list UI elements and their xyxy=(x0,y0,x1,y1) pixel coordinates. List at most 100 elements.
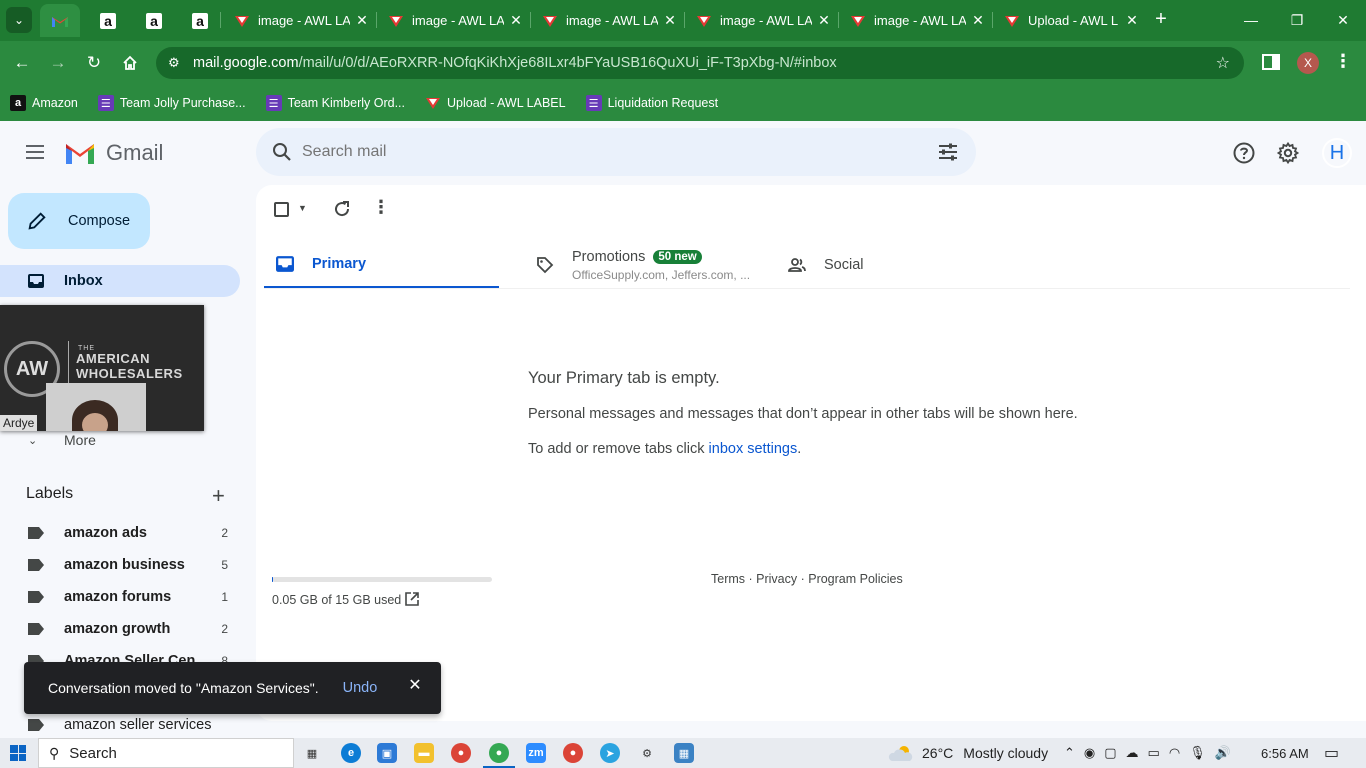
tab-awl-image-2[interactable]: image - AWL LA ✕ xyxy=(376,4,526,37)
address-bar[interactable]: ⚙ mail.google.com/mail/u/0/d/AEoRXRR-NOf… xyxy=(156,47,1244,79)
close-window-button[interactable]: ✕ xyxy=(1320,0,1366,40)
close-icon[interactable]: ✕ xyxy=(970,12,986,29)
taskbar-search[interactable]: ⚲ Search xyxy=(38,738,294,768)
tab-promotions[interactable]: Promotions 50 new OfficeSupply.com, Jeff… xyxy=(524,241,764,289)
more-options-icon[interactable]: ⋮ xyxy=(372,197,390,218)
account-avatar[interactable]: H xyxy=(1322,138,1352,168)
close-icon[interactable]: ✕ xyxy=(816,12,832,29)
chrome-alt-icon[interactable]: ● xyxy=(563,743,583,763)
program-policies-link[interactable]: Program Policies xyxy=(808,572,902,586)
main-menu-button[interactable] xyxy=(24,141,48,165)
close-icon: ✕ xyxy=(1337,11,1349,28)
settings-icon[interactable]: ⚙ xyxy=(637,743,657,763)
footer-separator: · xyxy=(797,572,809,586)
label-item[interactable]: amazon forums 1 xyxy=(0,581,240,613)
close-icon[interactable]: ✕ xyxy=(662,12,678,29)
clock[interactable]: 6:56 AM xyxy=(1261,738,1309,768)
search-input[interactable] xyxy=(302,143,902,161)
bookmark-star-icon[interactable]: ☆ xyxy=(1216,53,1230,73)
onedrive-icon[interactable]: ☁ xyxy=(1126,745,1139,761)
home-button[interactable] xyxy=(116,49,144,77)
minimize-button[interactable]: — xyxy=(1228,0,1274,40)
tab-amazon-3[interactable]: a xyxy=(180,4,216,37)
record-icon[interactable]: ◉ xyxy=(1084,745,1095,761)
site-info-icon[interactable]: ⚙ xyxy=(168,55,184,71)
reload-button[interactable]: ↻ xyxy=(80,49,108,77)
settings-gear-icon[interactable] xyxy=(1276,141,1300,165)
bookmark-amazon[interactable]: a Amazon xyxy=(10,95,78,111)
zoom-icon[interactable]: zm xyxy=(526,743,546,763)
gmail-wordmark[interactable]: Gmail xyxy=(106,140,163,166)
tab-social[interactable]: Social xyxy=(776,241,976,289)
help-icon[interactable] xyxy=(1232,141,1256,165)
label-item[interactable]: amazon growth 2 xyxy=(0,613,240,645)
new-tab-button[interactable]: + xyxy=(1150,8,1172,30)
tab-awl-image-3[interactable]: image - AWL LA ✕ xyxy=(530,4,680,37)
close-icon[interactable]: ✕ xyxy=(354,12,370,29)
volume-icon[interactable]: 🔊 xyxy=(1215,745,1231,761)
select-dropdown-icon[interactable]: ▼ xyxy=(298,203,307,213)
close-icon[interactable]: ✕ xyxy=(407,678,423,694)
bookmark-team-kimberly[interactable]: ☰ Team Kimberly Ord... xyxy=(265,95,405,111)
battery-icon[interactable]: ▭ xyxy=(1148,745,1160,761)
search-bar[interactable] xyxy=(256,128,976,176)
tab-primary[interactable]: Primary xyxy=(264,241,499,289)
label-item[interactable]: amazon ads 2 xyxy=(0,517,240,549)
calculator-icon[interactable]: ▦ xyxy=(674,743,694,763)
terms-link[interactable]: Terms xyxy=(711,572,745,586)
tab-amazon-2[interactable]: a xyxy=(134,4,170,37)
forward-button[interactable]: → xyxy=(44,49,72,77)
file-explorer-icon[interactable]: ▬ xyxy=(414,743,434,763)
telegram-icon[interactable]: ➤ xyxy=(600,743,620,763)
chevron-down-icon: ⌄ xyxy=(28,434,38,447)
profile-avatar[interactable]: X xyxy=(1297,52,1319,74)
task-view-icon[interactable]: ▦ xyxy=(302,743,322,763)
tab-gmail[interactable] xyxy=(40,4,80,37)
bookmark-label: Team Kimberly Ord... xyxy=(287,96,405,110)
label-item[interactable]: amazon business 5 xyxy=(0,549,240,581)
open-in-new-icon[interactable] xyxy=(404,591,420,607)
notifications-icon[interactable]: ▭ xyxy=(1324,738,1339,768)
chrome-icon[interactable]: ● xyxy=(451,743,471,763)
search-options-icon[interactable] xyxy=(936,140,960,164)
windows-start-icon[interactable] xyxy=(10,745,26,761)
search-icon[interactable] xyxy=(270,140,294,164)
microphone-icon[interactable]: 🎙 xyxy=(1189,745,1206,761)
nav-inbox[interactable]: Inbox xyxy=(0,265,240,297)
undo-button[interactable]: Undo xyxy=(343,680,378,696)
windows-taskbar: ⚲ Search ▦ e ▣ ▬ ● ● zm ● ➤ ⚙ ▦ 26°C Mos… xyxy=(0,738,1366,768)
restore-button[interactable]: ❐ xyxy=(1274,0,1320,40)
select-all-checkbox[interactable] xyxy=(274,202,289,217)
weather-widget[interactable]: 26°C Mostly cloudy xyxy=(888,738,1048,768)
gmail-logo-icon[interactable] xyxy=(64,140,96,166)
tab-awl-upload[interactable]: Upload - AWL L ✕ xyxy=(992,4,1142,37)
close-icon[interactable]: ✕ xyxy=(1124,12,1140,29)
bookmark-liquidation[interactable]: ☰ Liquidation Request xyxy=(585,95,718,111)
tab-awl-image-5[interactable]: image - AWL LA ✕ xyxy=(838,4,988,37)
tab-awl-image-4[interactable]: image - AWL LA ✕ xyxy=(684,4,834,37)
create-label-button[interactable]: + xyxy=(212,483,225,509)
chevron-up-icon[interactable]: ⌃ xyxy=(1064,745,1075,761)
meet-icon[interactable]: ▢ xyxy=(1104,745,1116,761)
refresh-icon[interactable] xyxy=(332,199,352,219)
tab-amazon-1[interactable]: a xyxy=(88,4,124,37)
side-panel-icon[interactable] xyxy=(1262,54,1280,70)
edge-icon[interactable]: e xyxy=(341,743,361,763)
nav-more[interactable]: ⌄ More xyxy=(28,432,96,448)
browser-menu-icon[interactable]: ⋮ xyxy=(1334,51,1352,72)
bookmark-upload-awl[interactable]: Upload - AWL LABEL xyxy=(425,95,566,111)
chrome-profile-icon[interactable]: ● xyxy=(483,743,515,768)
privacy-link[interactable]: Privacy xyxy=(756,572,797,586)
video-call-overlay[interactable]: AW THE AMERICAN WHOLESALERS Ardye xyxy=(0,305,204,431)
label-name: amazon growth xyxy=(64,621,171,637)
back-button[interactable]: ← xyxy=(8,49,36,77)
tab-search-button[interactable]: ⌄ xyxy=(6,7,32,33)
store-icon[interactable]: ▣ xyxy=(377,743,397,763)
compose-button[interactable]: Compose xyxy=(8,193,150,249)
label-name: amazon forums xyxy=(64,589,172,605)
wifi-icon[interactable]: ◠ xyxy=(1169,745,1180,761)
inbox-settings-link[interactable]: inbox settings xyxy=(709,441,798,457)
tab-awl-image-1[interactable]: image - AWL LA ✕ xyxy=(222,4,372,37)
close-icon[interactable]: ✕ xyxy=(508,12,524,29)
bookmark-team-jolly[interactable]: ☰ Team Jolly Purchase... xyxy=(97,95,246,111)
